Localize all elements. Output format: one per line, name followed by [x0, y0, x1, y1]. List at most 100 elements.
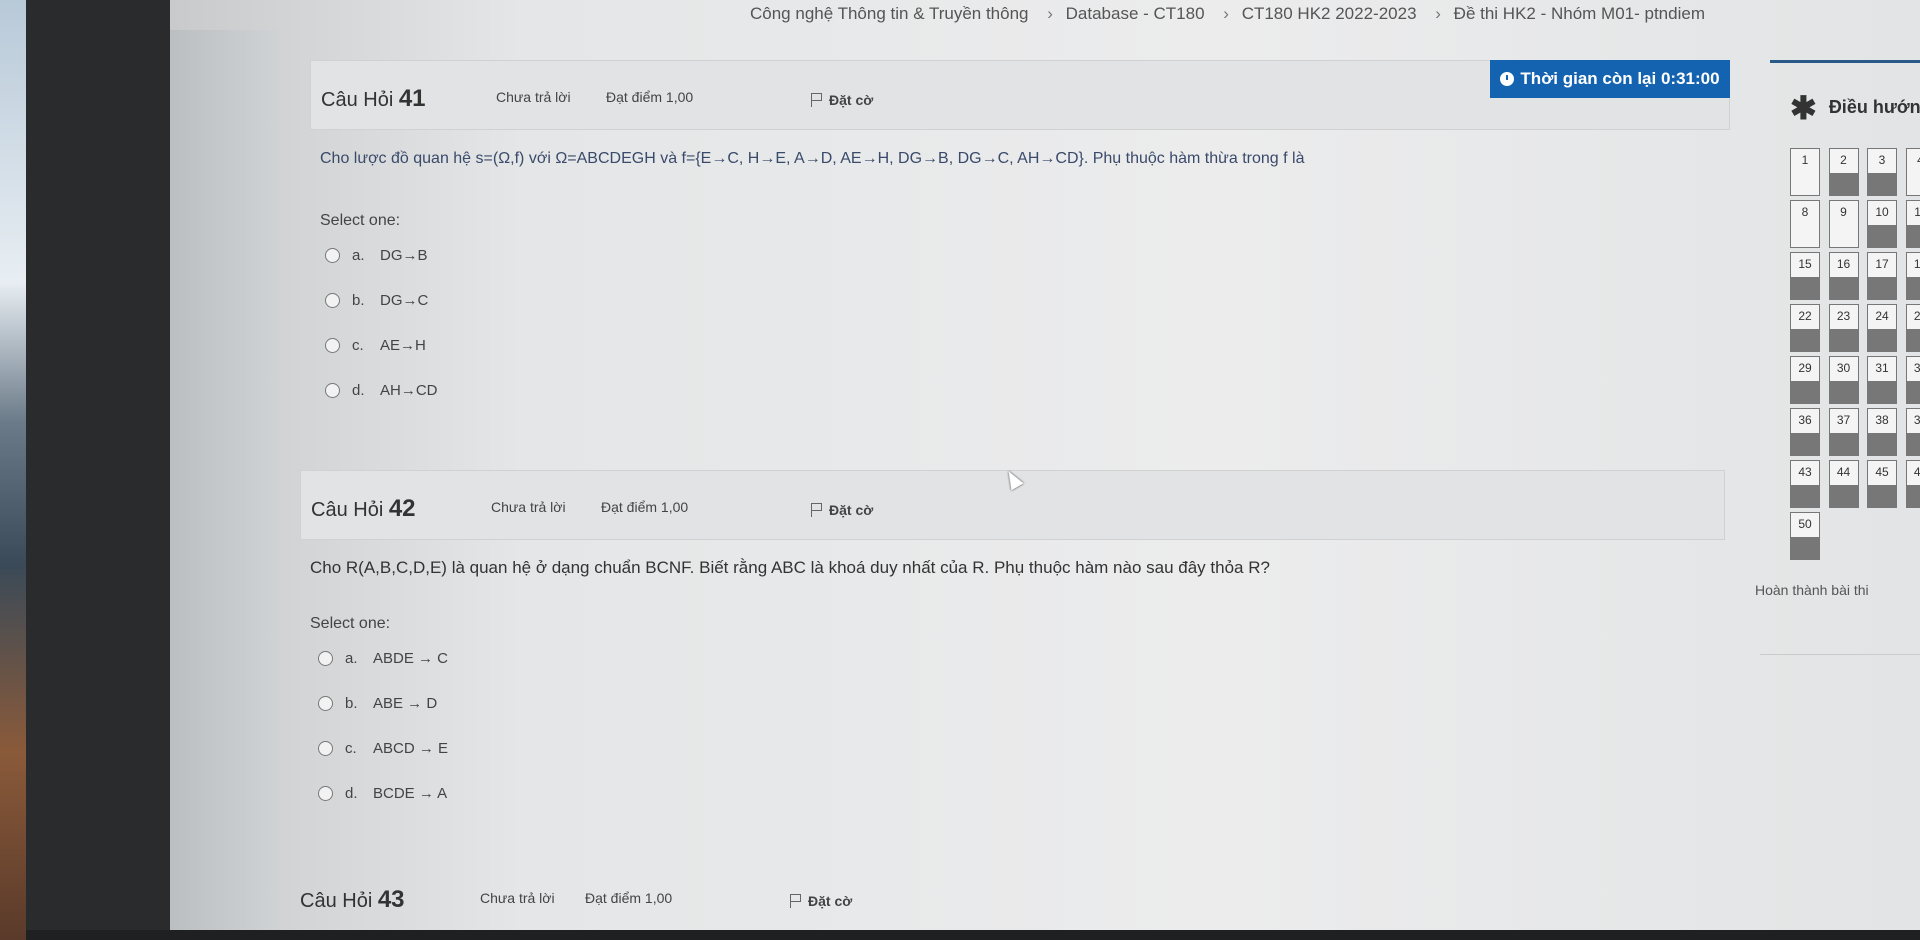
answered-indicator: [1829, 329, 1858, 351]
nav-question-number: 10: [1875, 205, 1889, 219]
nav-question-number: 18: [1913, 257, 1920, 271]
nav-question-25[interactable]: 25: [1905, 304, 1920, 352]
answer-option-a[interactable]: a. ABDE → C: [318, 650, 448, 667]
nav-question-1[interactable]: 1: [1790, 148, 1820, 196]
nav-question-17[interactable]: 17: [1867, 252, 1897, 300]
breadcrumb-item-course[interactable]: Database - CT180: [1066, 4, 1205, 23]
nav-question-number: 39: [1913, 413, 1920, 427]
nav-question-36[interactable]: 36: [1790, 408, 1820, 456]
nav-question-11[interactable]: 11: [1905, 200, 1920, 248]
answered-indicator: [1868, 225, 1896, 247]
answered-indicator: [1868, 329, 1896, 351]
asterisk-icon: ✱: [1790, 90, 1817, 126]
answered-indicator: [1868, 381, 1896, 403]
nav-question-10[interactable]: 10: [1867, 200, 1897, 248]
nav-question-31[interactable]: 31: [1867, 356, 1897, 404]
answered-indicator: [1791, 433, 1819, 455]
nav-question-number: 31: [1875, 361, 1889, 375]
answered-indicator: [1868, 277, 1896, 299]
radio-button[interactable]: [318, 741, 333, 756]
clock-icon: [1500, 72, 1515, 86]
answer-option-d[interactable]: d. BCDE → A: [318, 785, 447, 802]
answered-indicator: [1868, 173, 1896, 195]
flag-question-button[interactable]: Đặt cờ: [811, 91, 873, 108]
flag-icon: [811, 503, 823, 517]
radio-button[interactable]: [325, 383, 340, 398]
answered-indicator: [1791, 485, 1819, 507]
chevron-right-icon: ›: [1047, 4, 1053, 23]
flag-question-button[interactable]: Đặt cờ: [790, 892, 852, 909]
time-remaining-badge: Thời gian còn lại 0:31:00: [1490, 60, 1730, 98]
breadcrumb-item-semester[interactable]: CT180 HK2 2022-2023: [1242, 4, 1417, 23]
nav-question-18[interactable]: 18: [1905, 252, 1920, 300]
nav-question-22[interactable]: 22: [1790, 304, 1820, 352]
nav-question-15[interactable]: 15: [1790, 252, 1820, 300]
answered-indicator: [1791, 381, 1819, 403]
nav-question-number: 30: [1836, 361, 1851, 375]
nav-question-23[interactable]: 23: [1828, 304, 1859, 352]
radio-button[interactable]: [318, 786, 333, 801]
nav-question-number: 38: [1875, 413, 1889, 427]
nav-question-30[interactable]: 30: [1828, 356, 1859, 404]
breadcrumb-item-exam[interactable]: Đề thi HK2 - Nhóm M01- ptndiem: [1454, 4, 1705, 23]
answer-option-c[interactable]: c. ABCD → E: [318, 740, 448, 757]
answer-option-c[interactable]: c. AE→H: [325, 337, 426, 354]
nav-question-8[interactable]: 8: [1790, 200, 1820, 248]
finish-attempt-link[interactable]: Hoàn thành bài thi: [1755, 582, 1869, 598]
nav-question-37[interactable]: 37: [1828, 408, 1859, 456]
breadcrumb-item-faculty[interactable]: Công nghệ Thông tin & Truyền thông: [750, 4, 1029, 23]
question-grade: Đạt điểm 1,00: [601, 499, 689, 515]
nav-question-2[interactable]: 2: [1828, 148, 1859, 196]
left-sidebar-area: [170, 30, 280, 930]
monitor-bezel-bottom: [26, 930, 1920, 940]
nav-title: ✱Điều hướng bài thi: [1790, 90, 1920, 126]
answered-indicator: [1906, 225, 1920, 247]
question-43-header: Câu Hỏi 43 Chưa trả lời Đạt điểm 1,00 Đặ…: [295, 862, 1725, 930]
radio-button[interactable]: [325, 338, 340, 353]
question-grade: Đạt điểm 1,00: [585, 890, 673, 906]
question-number: Câu Hỏi 43: [300, 886, 405, 913]
browser-screen: Công nghệ Thông tin & Truyền thông › Dat…: [170, 0, 1920, 930]
flag-question-button[interactable]: Đặt cờ: [811, 501, 873, 518]
nav-question-9[interactable]: 9: [1828, 200, 1859, 248]
answered-indicator: [1868, 433, 1896, 455]
nav-question-number: 2: [1840, 153, 1847, 167]
nav-question-4[interactable]: 4: [1905, 148, 1920, 196]
nav-question-38[interactable]: 38: [1867, 408, 1897, 456]
answered-indicator: [1829, 277, 1858, 299]
nav-question-number: 9: [1840, 205, 1847, 219]
nav-question-46[interactable]: 46: [1905, 460, 1920, 508]
select-one-label: Select one:: [310, 615, 391, 632]
nav-question-43[interactable]: 43: [1790, 460, 1820, 508]
nav-question-29[interactable]: 29: [1790, 356, 1820, 404]
nav-question-3[interactable]: 3: [1867, 148, 1897, 196]
nav-question-number: 45: [1875, 465, 1889, 479]
chevron-right-icon: ›: [1223, 4, 1229, 23]
nav-question-44[interactable]: 44: [1828, 460, 1859, 508]
radio-button[interactable]: [318, 696, 333, 711]
answered-indicator: [1906, 277, 1920, 299]
nav-question-number: 16: [1836, 257, 1851, 271]
nav-question-50[interactable]: 50: [1790, 512, 1820, 560]
answer-option-b[interactable]: b. DG→C: [325, 292, 428, 309]
nav-question-39[interactable]: 39: [1905, 408, 1920, 456]
monitor-bezel: [26, 0, 170, 940]
answer-option-b[interactable]: b. ABE → D: [318, 695, 437, 712]
answer-option-a[interactable]: a. DG→B: [325, 247, 428, 264]
radio-button[interactable]: [325, 248, 340, 263]
question-42-text: Cho R(A,B,C,D,E) là quan hệ ở dạng chuẩn…: [310, 558, 1270, 577]
chevron-right-icon: ›: [1435, 4, 1441, 23]
radio-button[interactable]: [325, 293, 340, 308]
nav-question-45[interactable]: 45: [1867, 460, 1897, 508]
answered-indicator: [1906, 433, 1920, 455]
nav-question-32[interactable]: 32: [1905, 356, 1920, 404]
question-state: Chưa trả lời: [496, 89, 571, 105]
radio-button[interactable]: [318, 651, 333, 666]
question-41-text: Cho lược đồ quan hệ s=(Ω,f) với Ω=ABCDEG…: [320, 150, 1305, 167]
nav-question-16[interactable]: 16: [1828, 252, 1859, 300]
nav-question-24[interactable]: 24: [1867, 304, 1897, 352]
quiz-navigation-panel: ✱Điều hướng bài thi 12345678910111213141…: [1770, 60, 1920, 656]
answer-option-d[interactable]: d. AH→CD: [325, 382, 438, 399]
answered-indicator: [1829, 173, 1858, 195]
question-grade: Đạt điểm 1,00: [606, 89, 694, 105]
